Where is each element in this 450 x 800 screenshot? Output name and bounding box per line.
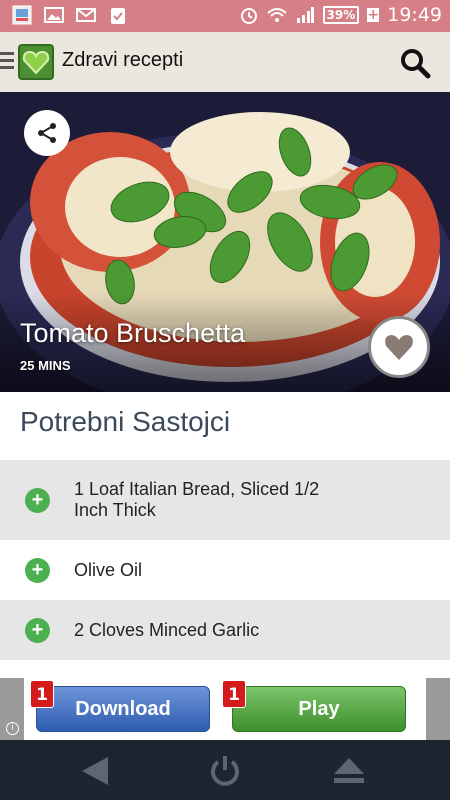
app-icon <box>12 5 32 25</box>
ingredients-list: + 1 Loaf Italian Bread, Sliced 1/2 Inch … <box>0 460 450 660</box>
ingredient-text-cont: Inch Thick <box>74 500 156 520</box>
eject-icon[interactable] <box>332 754 366 788</box>
share-button[interactable] <box>24 110 70 156</box>
search-icon[interactable] <box>398 46 432 80</box>
ingredient-text: Olive Oil <box>74 559 143 580</box>
menu-icon[interactable] <box>0 52 14 69</box>
ingredient-item[interactable]: + 1 Loaf Italian Bread, Sliced 1/2 Inch … <box>0 460 450 540</box>
ingredient-item[interactable]: + Olive Oil <box>0 540 450 600</box>
back-icon[interactable] <box>78 754 112 788</box>
ad-download-button[interactable]: Download <box>36 686 210 732</box>
ingredient-text: 1 Loaf Italian Bread, Sliced 1/2 <box>74 479 320 499</box>
ingredients-heading: Potrebni Sastojci <box>20 406 231 437</box>
signal-icon <box>296 7 314 23</box>
ad-play-button[interactable]: Play <box>232 686 406 732</box>
wifi-icon <box>266 8 287 22</box>
ad-play-badge: 1 <box>222 680 246 708</box>
system-nav-bar <box>0 740 450 800</box>
gmail-icon <box>76 8 96 22</box>
charging-icon: + <box>367 7 380 23</box>
share-icon <box>38 123 56 143</box>
ad-download-badge: 1 <box>30 680 54 708</box>
alarm-icon <box>240 8 257 24</box>
ad-strip-right <box>426 678 450 740</box>
heart-icon <box>385 335 413 360</box>
ingredient-text: 2 Cloves Minced Garlic <box>74 619 260 640</box>
clock: 19:49 <box>387 4 442 26</box>
app-logo <box>18 44 54 80</box>
status-bar: 39% + 19:49 <box>0 0 450 32</box>
power-icon[interactable] <box>208 754 242 788</box>
clipboard-icon <box>111 8 125 24</box>
app-title: Zdravi recepti <box>62 49 184 71</box>
add-ingredient-icon[interactable]: + <box>25 487 50 513</box>
add-ingredient-icon[interactable]: + <box>25 557 50 583</box>
recipe-title: Tomato Bruschetta <box>20 318 246 348</box>
recipe-time: 25 MINS <box>20 358 71 373</box>
add-ingredient-icon[interactable]: + <box>25 617 50 643</box>
recipe-hero-image: Tomato Bruschetta 25 MINS <box>0 92 450 392</box>
image-icon <box>44 7 64 23</box>
ad-info-icon[interactable]: i <box>6 722 19 735</box>
ad-banner: i Download 1 Play 1 <box>0 678 450 740</box>
app-bar: Zdravi recepti <box>0 32 450 92</box>
battery-icon: 39% <box>322 6 360 24</box>
favorite-button[interactable] <box>368 316 430 378</box>
ingredient-item[interactable]: + 2 Cloves Minced Garlic <box>0 600 450 660</box>
